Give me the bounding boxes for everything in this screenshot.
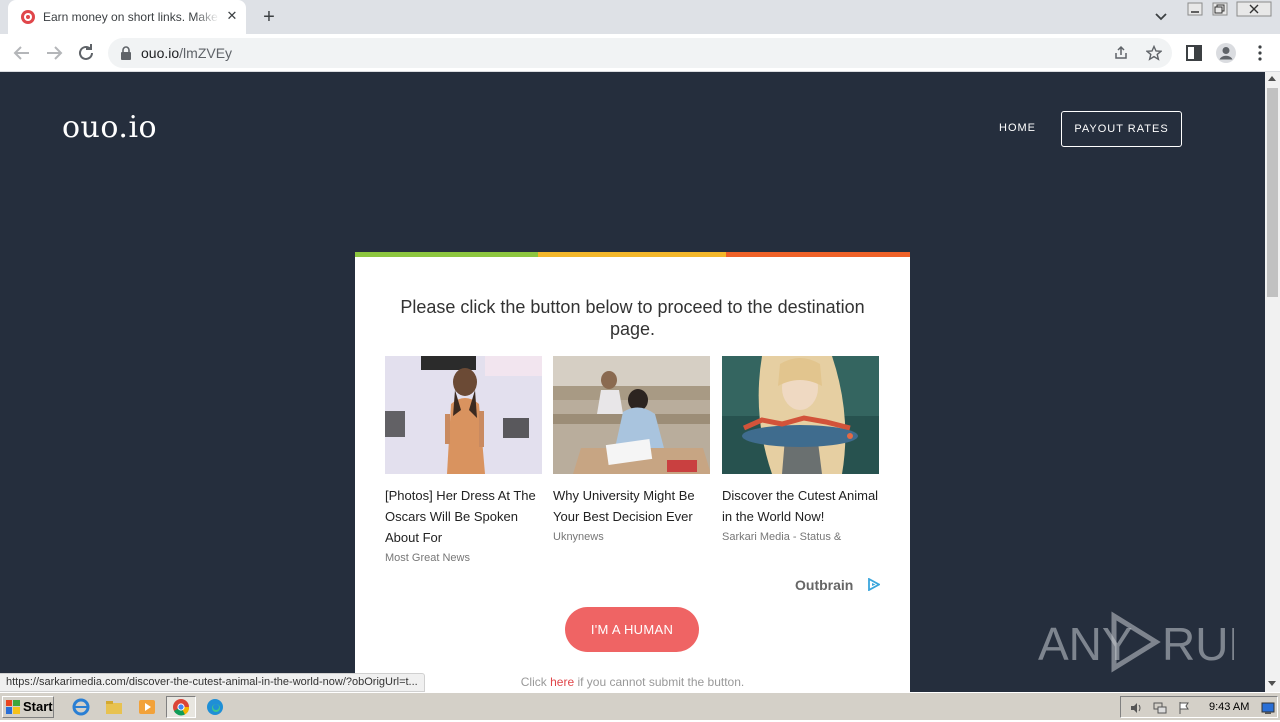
instruction-headline: Please click the button below to proceed… xyxy=(400,297,865,339)
tab-strip: Earn money on short links. Make short li… xyxy=(0,0,1280,34)
action-center-flag-icon[interactable] xyxy=(1177,701,1191,715)
edge-icon[interactable] xyxy=(204,697,226,717)
start-button[interactable]: Start xyxy=(2,696,54,718)
site-logo[interactable]: ouo.io xyxy=(62,110,157,145)
url-path: /lmZVEy xyxy=(179,45,233,61)
fallback-prefix: Click xyxy=(520,675,547,689)
adchoices-icon[interactable] xyxy=(868,578,880,591)
new-tab-icon[interactable]: + xyxy=(258,6,280,28)
ad-source: Sarkari Media - Status & xyxy=(722,531,842,543)
anyrun-watermark: ANY RUN xyxy=(1038,611,1234,673)
ad-source: Uknynews xyxy=(553,531,604,543)
lock-icon[interactable] xyxy=(120,46,132,60)
card-color-stripe xyxy=(355,252,910,257)
bookmark-star-icon[interactable] xyxy=(1146,45,1162,61)
ouo-favicon-icon xyxy=(21,10,35,24)
scroll-down-arrow-icon[interactable] xyxy=(1268,681,1276,686)
stripe-green xyxy=(355,252,538,257)
address-bar[interactable]: ouo.io/lmZVEy xyxy=(108,38,1172,68)
sponsored-ad-3[interactable]: Discover the Cutest Animal in the World … xyxy=(722,356,880,543)
outbrain-attribution[interactable]: Outbrain xyxy=(795,577,853,593)
back-arrow-icon[interactable] xyxy=(10,41,34,65)
browser-toolbar: ouo.io/lmZVEy xyxy=(0,34,1280,72)
taskbar-clock[interactable]: 9:43 AM xyxy=(1209,701,1249,713)
share-icon[interactable] xyxy=(1113,45,1129,61)
reload-icon[interactable] xyxy=(74,41,98,65)
nav-home-link[interactable]: HOME xyxy=(999,122,1036,134)
stripe-orange xyxy=(726,252,910,257)
link-status-bubble: https://sarkarimedia.com/discover-the-cu… xyxy=(0,673,425,692)
close-window-icon[interactable] xyxy=(1236,1,1272,17)
ad-source: Most Great News xyxy=(385,552,470,564)
kebab-menu-icon[interactable] xyxy=(1250,43,1270,63)
fallback-text: Click here if you cannot submit the butt… xyxy=(355,675,910,689)
restore-icon[interactable] xyxy=(1211,1,1229,17)
tab-close-icon[interactable]: ✕ xyxy=(224,8,240,24)
tab-search-chevron-icon[interactable] xyxy=(1152,8,1170,26)
windows-flag-icon xyxy=(6,700,20,714)
tab-title: Earn money on short links. Make short li… xyxy=(43,10,219,24)
sponsored-ad-1[interactable]: [Photos] Her Dress At The Oscars Will Be… xyxy=(385,356,543,564)
chrome-icon xyxy=(173,699,190,716)
media-player-icon[interactable] xyxy=(136,697,158,717)
ad-title[interactable]: Discover the Cutest Animal in the World … xyxy=(722,485,880,527)
side-panel-icon[interactable] xyxy=(1184,43,1204,63)
browser-tab[interactable]: Earn money on short links. Make short li… xyxy=(8,0,246,34)
ad-title[interactable]: Why University Might Be Your Best Decisi… xyxy=(553,485,711,527)
stripe-yellow xyxy=(538,252,726,257)
start-label: Start xyxy=(23,699,53,714)
nav-payout-rates-button[interactable]: PAYOUT RATES xyxy=(1061,111,1182,147)
im-a-human-button[interactable]: I'M A HUMAN xyxy=(565,607,699,652)
volume-icon[interactable] xyxy=(1129,701,1143,715)
ad-image-creature[interactable] xyxy=(722,356,879,474)
minimize-icon[interactable] xyxy=(1186,1,1204,17)
show-desktop-icon[interactable] xyxy=(1261,701,1275,715)
profile-avatar-icon[interactable] xyxy=(1215,42,1237,64)
fallback-suffix: if you cannot submit the button. xyxy=(577,675,745,689)
scroll-up-arrow-icon[interactable] xyxy=(1268,76,1276,81)
internet-explorer-icon[interactable] xyxy=(70,697,92,717)
svg-text:RUN: RUN xyxy=(1162,618,1234,670)
sponsored-ad-2[interactable]: Why University Might Be Your Best Decisi… xyxy=(553,356,711,543)
url-text[interactable]: ouo.io/lmZVEy xyxy=(141,45,232,61)
ad-image-student[interactable] xyxy=(553,356,710,474)
ad-image-dress[interactable] xyxy=(385,356,542,474)
watermark-text: ANY xyxy=(1038,618,1133,670)
fallback-here-link[interactable]: here xyxy=(550,675,574,689)
forward-arrow-icon[interactable] xyxy=(42,41,66,65)
windows-taskbar: Start 9:43 AM xyxy=(0,692,1280,720)
chrome-taskbar-button[interactable] xyxy=(166,696,196,718)
url-host: ouo.io xyxy=(141,45,180,61)
redirect-card: Please click the button below to proceed… xyxy=(355,252,910,692)
page-scrollbar[interactable] xyxy=(1265,72,1280,692)
system-tray: 9:43 AM xyxy=(1120,696,1278,718)
file-explorer-icon[interactable] xyxy=(103,697,125,717)
ad-title[interactable]: [Photos] Her Dress At The Oscars Will Be… xyxy=(385,485,543,548)
network-icon[interactable] xyxy=(1153,701,1167,715)
page-content: ouo.io HOME PAYOUT RATES Please click th… xyxy=(0,72,1265,692)
scroll-thumb[interactable] xyxy=(1267,88,1278,297)
